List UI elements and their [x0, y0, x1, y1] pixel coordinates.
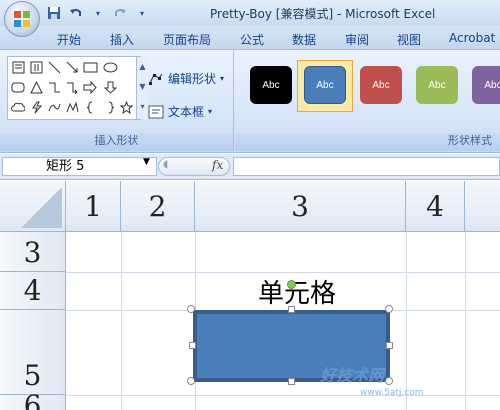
edit-shape-button[interactable]: 编辑形状 ▾ — [148, 70, 224, 87]
text-box-button[interactable]: 文本框 ▾ — [148, 103, 212, 120]
shape-style-swatch[interactable]: Abc — [472, 66, 500, 104]
down-arrow-shape-icon[interactable] — [102, 79, 118, 95]
office-logo-icon — [14, 11, 30, 27]
chevron-down-icon: ▾ — [208, 107, 213, 116]
line-shape-icon[interactable] — [46, 59, 62, 75]
triangle-shape-icon[interactable] — [28, 79, 44, 95]
column-header[interactable] — [465, 181, 500, 232]
watermark: 好技术网 — [320, 366, 385, 385]
edit-points-icon — [149, 73, 163, 85]
resize-grip-icon: ◖ — [163, 159, 169, 170]
gallery-scrollbar[interactable]: ▲ ▼ ▾ — [136, 57, 148, 119]
star-shape-icon[interactable] — [118, 99, 134, 115]
rectangle-shape-icon[interactable] — [82, 59, 98, 75]
select-all-triangle-icon — [21, 187, 62, 228]
curve-shape-icon[interactable] — [46, 99, 62, 115]
name-box-dropdown-icon[interactable]: ▼ — [143, 157, 150, 167]
row-header[interactable]: 6 — [0, 389, 66, 410]
select-all-corner[interactable] — [0, 181, 66, 232]
shapes-gallery[interactable]: ▲ ▼ ▾ — [7, 56, 148, 120]
insert-shapes-group-label: 插入形状 — [94, 134, 139, 147]
quick-access-toolbar: ▾ ▾ — [46, 4, 150, 22]
rounded-rectangle-shape-icon[interactable] — [10, 79, 26, 95]
shape-style-swatch[interactable]: Abc — [304, 66, 346, 104]
resize-handle[interactable] — [288, 306, 295, 313]
ribbon-tabs: 开始 插入 页面布局 公式 数据 审阅 视图 Acrobat — [0, 26, 500, 50]
tab-review[interactable]: 审阅 — [345, 31, 369, 48]
oval-shape-icon[interactable] — [102, 59, 118, 75]
tab-view[interactable]: 视图 — [397, 31, 421, 48]
column-header[interactable]: 2 — [121, 181, 195, 232]
save-icon[interactable] — [46, 5, 62, 21]
edit-shape-label: 编辑形状 — [168, 72, 217, 86]
column-header[interactable]: 1 — [66, 181, 121, 232]
elbow-arrow-connector-shape-icon[interactable] — [64, 79, 80, 95]
tab-page-layout[interactable]: 页面布局 — [163, 31, 211, 48]
scroll-down-icon[interactable]: ▼ — [137, 77, 148, 97]
title-bar: ▾ ▾ Pretty-Boy [兼容模式] - Microsoft Excel — [0, 0, 500, 26]
resize-handle[interactable] — [187, 377, 195, 385]
resize-handle[interactable] — [189, 342, 196, 349]
shape-style-swatch[interactable]: Abc — [250, 66, 292, 104]
gallery-more-icon[interactable]: ▾ — [137, 97, 148, 117]
formula-bar: 矩形 5 ▼ ◖ fx — [0, 154, 500, 180]
window-title: Pretty-Boy [兼容模式] - Microsoft Excel — [210, 7, 436, 21]
undo-icon[interactable] — [68, 5, 84, 21]
tab-home[interactable]: 开始 — [57, 31, 81, 48]
lightning-shape-icon[interactable] — [28, 99, 44, 115]
freeform-shape-icon[interactable] — [64, 99, 80, 115]
tab-acrobat[interactable]: Acrobat — [449, 31, 495, 45]
resize-handle[interactable] — [187, 305, 195, 313]
shape-style-swatch[interactable]: Abc — [416, 66, 458, 104]
resize-handle[interactable] — [385, 305, 393, 313]
worksheet-grid[interactable]: 1 2 3 4 3 4 5 6 单元格 — [0, 181, 500, 410]
text-box-icon — [148, 105, 164, 118]
tab-formulas[interactable]: 公式 — [240, 31, 264, 48]
row-header[interactable]: 5 — [0, 310, 66, 395]
ribbon: ▲ ▼ ▾ 编辑形状 ▾ 文本框 ▾ 插入形状 形状样式 Abc Abc Abc… — [0, 50, 500, 153]
redo-icon[interactable] — [112, 5, 128, 21]
cloud-shape-icon[interactable] — [10, 99, 26, 115]
rotate-handle[interactable] — [287, 280, 296, 289]
arrow-line-shape-icon[interactable] — [64, 59, 80, 75]
left-brace-shape-icon[interactable] — [82, 99, 98, 115]
elbow-connector-shape-icon[interactable] — [46, 79, 62, 95]
scroll-up-icon[interactable]: ▲ — [137, 57, 148, 77]
resize-handle[interactable] — [386, 342, 393, 349]
row-header[interactable]: 3 — [0, 232, 66, 272]
office-button[interactable] — [4, 1, 40, 37]
column-header[interactable]: 4 — [406, 181, 465, 232]
name-box[interactable]: 矩形 5 — [2, 157, 157, 176]
formula-input[interactable] — [233, 157, 500, 176]
customize-icon[interactable]: ▾ — [134, 5, 150, 21]
chevron-down-icon: ▾ — [220, 74, 225, 83]
vertical-textbox-shape-icon[interactable] — [28, 59, 44, 75]
text-box-label: 文本框 — [168, 105, 205, 119]
shape-styles-group-label: 形状样式 — [448, 134, 492, 147]
row-header[interactable]: 4 — [0, 272, 66, 310]
insert-shapes-group: ▲ ▼ ▾ 编辑形状 ▾ 文本框 ▾ 插入形状 — [0, 50, 234, 151]
watermark-url: www.5atj.com — [360, 388, 424, 398]
tab-insert[interactable]: 插入 — [110, 31, 134, 48]
right-brace-shape-icon[interactable] — [102, 99, 118, 115]
shape-style-swatch[interactable]: Abc — [360, 66, 402, 104]
insert-function-icon[interactable]: fx — [212, 158, 223, 172]
right-arrow-shape-icon[interactable] — [82, 79, 98, 95]
textbox-shape-icon[interactable] — [10, 59, 26, 75]
cell-text[interactable]: 单元格 — [258, 273, 336, 310]
resize-handle[interactable] — [385, 377, 393, 385]
resize-handle[interactable] — [288, 378, 295, 385]
column-header[interactable]: 3 — [195, 181, 406, 232]
dropdown-arrow-icon[interactable]: ▾ — [90, 5, 106, 21]
tab-data[interactable]: 数据 — [292, 31, 316, 48]
